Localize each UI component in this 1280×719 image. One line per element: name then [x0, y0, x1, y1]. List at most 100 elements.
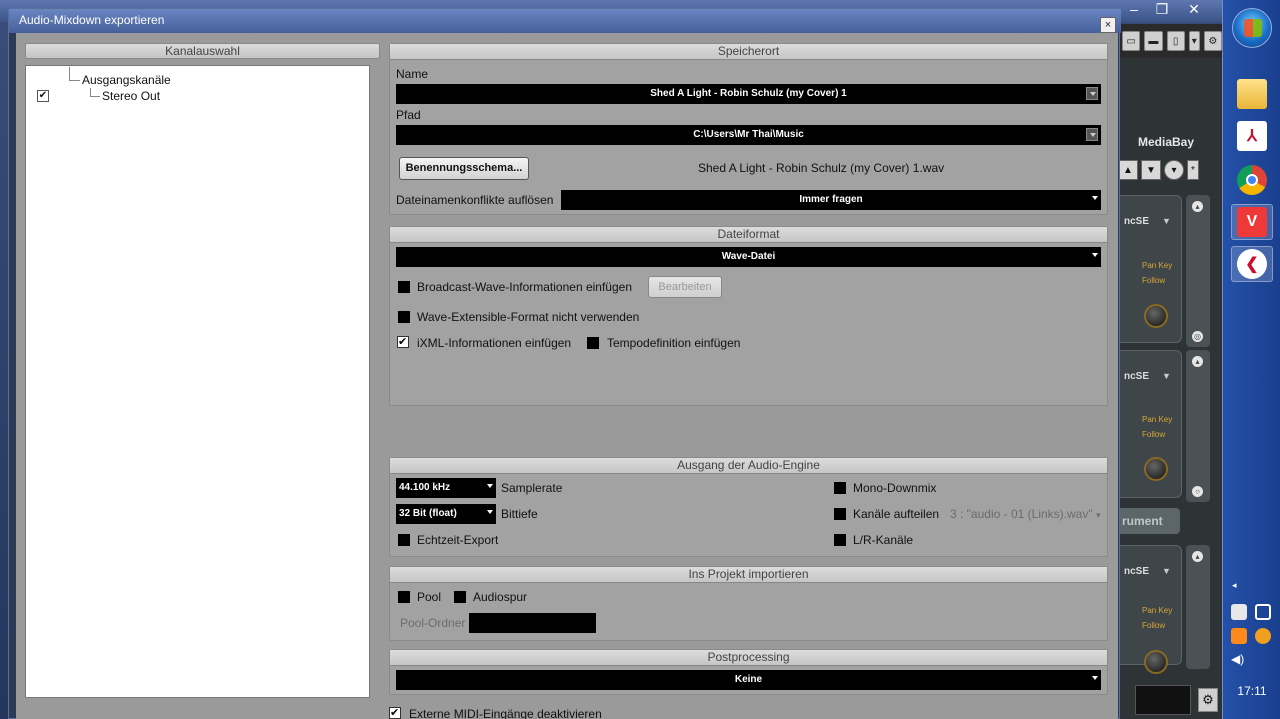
audiotrack-checkbox[interactable]	[454, 591, 466, 603]
file-format-header: Dateiformat	[390, 227, 1107, 243]
realtime-label[interactable]: Echtzeit-Export	[417, 533, 498, 547]
expand-icon[interactable]: ◎	[1192, 331, 1203, 342]
background-field[interactable]	[1135, 685, 1191, 715]
collapse-icon[interactable]: ▴	[1192, 356, 1203, 367]
restore-icon[interactable]: ❐	[1148, 1, 1176, 19]
strip-scroll[interactable]: ▴ ◎	[1186, 195, 1210, 347]
conflict-dropdown[interactable]: Immer fragen	[561, 190, 1101, 210]
path-label: Pfad	[396, 108, 421, 122]
avast-icon[interactable]	[1231, 628, 1247, 644]
minimize-icon[interactable]: –	[1120, 1, 1148, 19]
lr-checkbox[interactable]	[834, 534, 846, 546]
pool-checkbox[interactable]	[398, 591, 410, 603]
split-value[interactable]: 3 : "audio - 01 (Links).wav" ▾	[950, 507, 1100, 521]
strip-scroll[interactable]: ▴ ○	[1186, 350, 1210, 502]
extensible-label[interactable]: Wave-Extensible-Format nicht verwenden	[417, 310, 639, 324]
edit-button[interactable]: Bearbeiten	[648, 276, 722, 298]
channel-tree	[25, 65, 370, 698]
history-dropdown-icon[interactable]	[1086, 87, 1098, 100]
postprocessing-dropdown[interactable]: Keine	[396, 670, 1101, 690]
tree-group-label[interactable]: Ausgangskanäle	[82, 73, 171, 87]
layout-icon[interactable]: ▭	[1122, 31, 1141, 51]
chevron-down-icon[interactable]: ▼	[1162, 566, 1171, 576]
tree-item-stereo-out[interactable]: Stereo Out	[102, 89, 160, 103]
mono-label[interactable]: Mono-Downmix	[853, 481, 936, 495]
taskbar-app-pdf[interactable]: ⅄	[1231, 118, 1273, 154]
volume-icon[interactable]: ◀)	[1231, 652, 1247, 668]
name-field[interactable]: Shed A Light - Robin Schulz (my Cover) 1	[396, 84, 1101, 104]
ixml-checkbox[interactable]	[397, 335, 409, 348]
clock[interactable]: 17:11	[1223, 684, 1280, 698]
knob-icon[interactable]	[1144, 304, 1168, 328]
gear-icon[interactable]: ⚙	[1198, 688, 1218, 712]
tray-expand-icon[interactable]: ◂	[1232, 580, 1237, 591]
chevron-down-icon[interactable]: ▼	[1162, 371, 1171, 381]
extensible-checkbox[interactable]	[398, 311, 410, 323]
strip-title: ncSE	[1124, 371, 1150, 382]
chevron-down-icon[interactable]: ▼	[1162, 216, 1171, 226]
midi-checkbox[interactable]	[389, 706, 401, 719]
pool-label[interactable]: Pool	[417, 590, 441, 604]
knob-icon[interactable]	[1144, 457, 1168, 481]
tree-line	[69, 80, 80, 81]
chevron-down-icon[interactable]: ▾	[1188, 31, 1200, 51]
chevron-down-icon	[1092, 253, 1098, 257]
update-icon[interactable]	[1255, 628, 1271, 644]
midi-label[interactable]: Externe MIDI-Eingänge deaktivieren	[409, 707, 602, 719]
layout-right-icon[interactable]: ▯	[1166, 31, 1185, 51]
follow-label: Follow	[1142, 430, 1166, 439]
start-button[interactable]	[1232, 8, 1272, 48]
taskbar-app-vivaldi[interactable]: V	[1231, 204, 1273, 240]
taskbar-app-cubase[interactable]: ❮	[1231, 246, 1273, 282]
split-checkbox[interactable]	[834, 508, 846, 520]
windows-logo-icon	[1244, 19, 1262, 37]
gear-icon[interactable]: ⚙	[1203, 31, 1223, 51]
filename-preview: Shed A Light - Robin Schulz (my Cover) 1…	[698, 161, 945, 175]
stereo-out-checkbox[interactable]: ✔	[37, 90, 49, 102]
dropdown-icon[interactable]: ▾	[1164, 160, 1184, 180]
bitdepth-dropdown[interactable]: 32 Bit (float)	[396, 504, 496, 524]
chevron-down-icon	[1092, 196, 1098, 200]
lr-label[interactable]: L/R-Kanäle	[853, 533, 913, 547]
layout-bottom-icon[interactable]: ▬	[1144, 31, 1163, 51]
chevron-down-icon	[487, 484, 493, 488]
format-dropdown[interactable]: Wave-Datei	[396, 247, 1101, 267]
name-label: Name	[396, 67, 429, 81]
bitdepth-value: 32 Bit (float)	[399, 508, 457, 519]
expand-icon[interactable]: ○	[1192, 486, 1203, 497]
tree-line	[69, 67, 70, 80]
tempo-checkbox[interactable]	[587, 337, 599, 349]
taskbar-app-chrome[interactable]	[1231, 162, 1273, 198]
collapse-icon[interactable]: ▴	[1192, 551, 1203, 562]
taskbar: ⅄ V ❮ ◂ ◀) 17:11	[1222, 0, 1280, 719]
samplerate-dropdown[interactable]: 44.100 kHz	[396, 478, 496, 498]
postprocessing-value: Keine	[734, 674, 763, 685]
pool-folder-field[interactable]	[469, 613, 596, 633]
arrow-down-icon[interactable]: ▼	[1141, 160, 1161, 180]
taskbar-app-explorer[interactable]	[1231, 76, 1273, 112]
ixml-label[interactable]: iXML-Informationen einfügen	[417, 336, 571, 350]
audiotrack-label[interactable]: Audiospur	[473, 590, 527, 604]
star-icon[interactable]: *	[1187, 160, 1199, 180]
close-icon[interactable]: ×	[1100, 17, 1116, 33]
arrow-up-icon[interactable]: ▲	[1118, 160, 1138, 180]
strip-scroll[interactable]: ▴	[1186, 545, 1210, 669]
mono-checkbox[interactable]	[834, 482, 846, 494]
path-field[interactable]: C:\Users\Mr Thai\Music	[396, 125, 1101, 145]
split-label[interactable]: Kanäle aufteilen	[853, 507, 939, 521]
broadcast-label[interactable]: Broadcast-Wave-Informationen einfügen	[417, 280, 632, 294]
realtime-checkbox[interactable]	[398, 534, 410, 546]
channel-select-header: Kanalauswahl	[25, 43, 380, 59]
instrument-strip: ncSE ▼ Pan Key Follow	[1118, 195, 1182, 343]
network-icon[interactable]	[1255, 604, 1271, 620]
tempo-label[interactable]: Tempodefinition einfügen	[607, 336, 740, 350]
knob-icon[interactable]	[1144, 650, 1168, 674]
path-dropdown-icon[interactable]	[1086, 128, 1098, 141]
mediabay-tab[interactable]: MediaBay	[1138, 135, 1194, 149]
window-close-icon[interactable]: ✕	[1180, 1, 1208, 19]
instrument-button[interactable]: rument	[1118, 508, 1180, 534]
broadcast-checkbox[interactable]	[398, 281, 410, 293]
naming-scheme-button[interactable]: Benennungsschema...	[399, 157, 529, 180]
skype-icon[interactable]	[1231, 604, 1247, 620]
collapse-icon[interactable]: ▴	[1192, 201, 1203, 212]
